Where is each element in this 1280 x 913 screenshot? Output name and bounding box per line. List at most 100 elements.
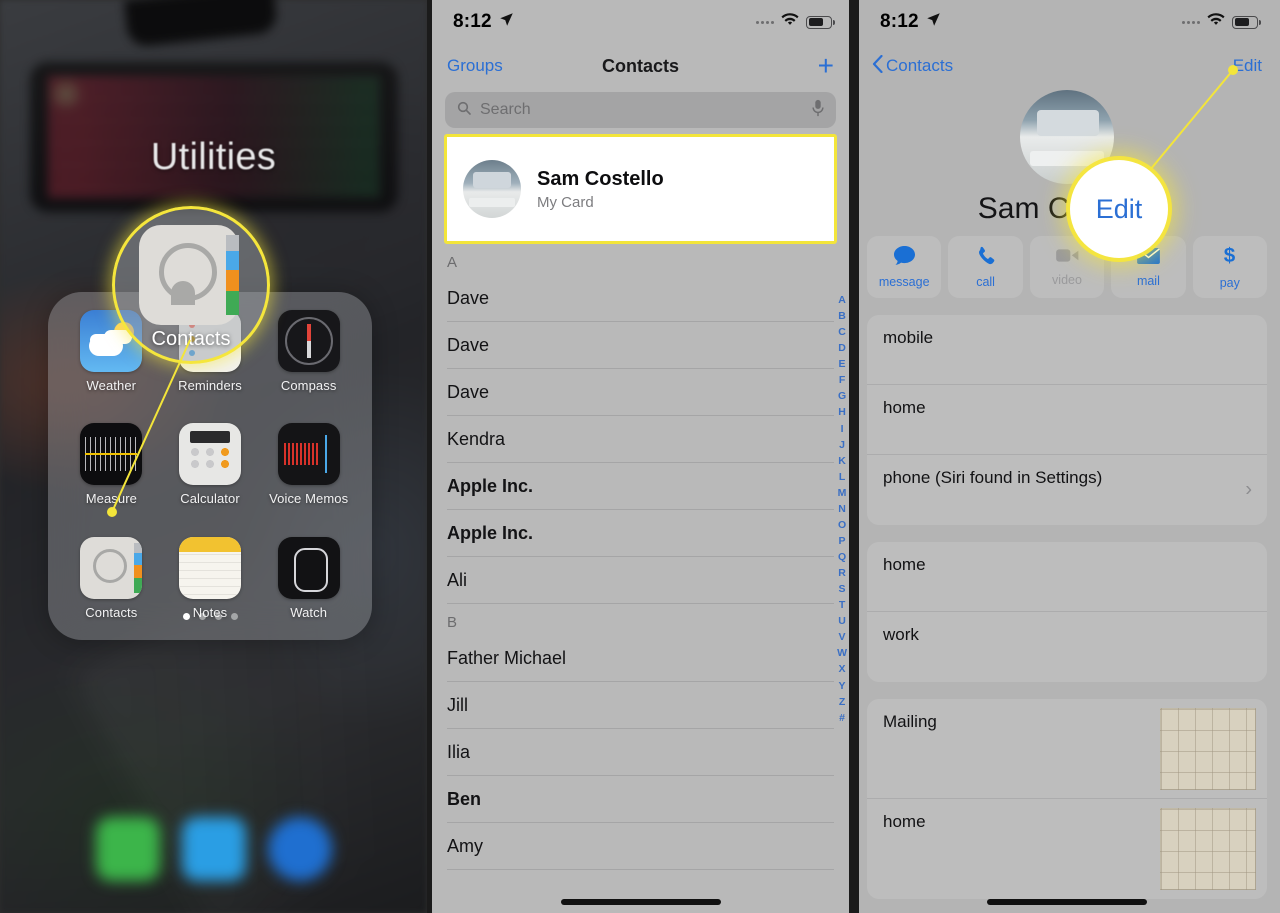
groups-button[interactable]: Groups <box>447 56 503 76</box>
avatar <box>463 160 521 218</box>
edit-button[interactable]: Edit <box>1233 56 1262 76</box>
add-contact-button[interactable]: + <box>818 52 834 80</box>
index-letter[interactable]: P <box>839 533 846 549</box>
index-letter[interactable]: O <box>838 517 846 533</box>
chevron-left-icon <box>872 54 883 78</box>
index-letter[interactable]: Y <box>839 678 846 694</box>
list-item[interactable]: Kendra <box>447 416 834 463</box>
index-letter[interactable]: M <box>838 485 847 501</box>
index-letter[interactable]: S <box>839 581 846 597</box>
alphabet-index-rail[interactable]: A B C D E F G H I J K L M N O P Q R S T U V W X Y Z # <box>837 292 847 726</box>
page-dot[interactable] <box>214 613 222 620</box>
search-input[interactable]: Search <box>445 92 836 128</box>
home-indicator[interactable] <box>987 899 1147 905</box>
map-thumbnail-icon[interactable] <box>1160 708 1256 790</box>
list-item[interactable]: Jill <box>447 682 834 729</box>
index-letter[interactable]: C <box>838 324 846 340</box>
index-letter[interactable]: U <box>838 613 846 629</box>
index-letter[interactable]: D <box>838 340 846 356</box>
field-row[interactable]: home <box>867 799 1267 899</box>
section-header: B <box>447 614 458 631</box>
list-item[interactable]: Ilia <box>447 729 834 776</box>
edit-callout-bubble[interactable]: Edit <box>1070 160 1168 258</box>
microphone-icon[interactable] <box>811 99 825 122</box>
app-contacts[interactable]: Contacts <box>63 536 159 640</box>
field-row[interactable]: phone (Siri found in Settings) › <box>867 455 1267 525</box>
page-dot[interactable] <box>198 613 206 620</box>
app-watch[interactable]: Watch <box>261 536 357 640</box>
field-row[interactable]: home <box>867 542 1267 612</box>
index-letter[interactable]: J <box>839 437 845 453</box>
contacts-icon-magnified <box>139 225 239 325</box>
app-notes[interactable]: Notes <box>162 536 258 640</box>
back-button[interactable]: Contacts <box>872 54 953 78</box>
panel-divider-left <box>427 0 432 913</box>
signal-dots-icon <box>1182 20 1200 24</box>
index-letter[interactable]: Z <box>839 694 845 710</box>
index-letter[interactable]: X <box>839 661 846 677</box>
index-letter[interactable]: L <box>839 469 845 485</box>
section-header: A <box>447 254 458 271</box>
list-item[interactable]: Dave <box>447 322 834 369</box>
list-item[interactable]: Apple Inc. <box>447 510 834 557</box>
folder-page-dots <box>48 613 372 620</box>
index-letter[interactable]: Q <box>838 549 846 565</box>
index-letter[interactable]: E <box>839 356 846 372</box>
status-time: 8:12 <box>453 11 492 32</box>
index-letter[interactable]: I <box>841 421 844 437</box>
index-letter[interactable]: G <box>838 388 846 404</box>
index-letter[interactable]: F <box>839 372 845 388</box>
message-button[interactable]: message <box>866 236 942 298</box>
index-letter[interactable]: A <box>838 292 846 308</box>
field-row[interactable]: home <box>867 385 1267 455</box>
safari-icon[interactable] <box>267 817 332 881</box>
list-item[interactable]: Apple Inc. <box>447 463 834 510</box>
home-screen-panel: Utilities Weather Reminders Compass Meas… <box>0 0 427 913</box>
page-dot[interactable] <box>230 613 238 620</box>
index-letter[interactable]: # <box>839 710 845 726</box>
app-label: Measure <box>85 491 137 507</box>
my-card-subtitle: My Card <box>537 194 594 211</box>
index-letter[interactable]: T <box>839 597 845 613</box>
battery-icon <box>806 15 835 29</box>
field-row[interactable]: mobile <box>867 315 1267 385</box>
notes-icon <box>178 536 241 599</box>
watch-icon <box>277 536 340 599</box>
field-label: home <box>883 555 926 574</box>
index-letter[interactable]: R <box>838 565 846 581</box>
app-compass[interactable]: Compass <box>261 310 357 413</box>
app-label: Weather <box>86 378 137 393</box>
list-item[interactable]: Dave <box>447 275 834 322</box>
field-row[interactable]: Mailing <box>867 699 1267 799</box>
index-letter[interactable]: N <box>838 501 846 517</box>
field-group-addresses: Mailing home <box>867 699 1267 899</box>
list-item[interactable]: Ali <box>447 557 834 604</box>
contact-name: Sam Costello <box>977 192 1157 225</box>
index-letter[interactable]: K <box>838 453 846 469</box>
page-dot[interactable] <box>182 613 190 620</box>
list-item[interactable]: Father Michael <box>447 635 834 682</box>
call-button[interactable]: call <box>948 236 1023 298</box>
status-bar: 8:12 <box>427 0 854 44</box>
list-item[interactable]: Amy <box>447 823 834 870</box>
messages-icon[interactable] <box>181 817 246 881</box>
index-letter[interactable]: H <box>838 404 846 420</box>
pay-button[interactable]: $ pay <box>1192 236 1268 298</box>
home-dock <box>0 803 427 895</box>
index-letter[interactable]: W <box>837 645 847 661</box>
index-letter[interactable]: B <box>838 308 846 324</box>
list-item[interactable]: Dave <box>447 369 834 416</box>
list-item[interactable]: Ben <box>447 776 834 823</box>
index-letter[interactable]: V <box>839 629 846 645</box>
map-thumbnail-icon[interactable] <box>1160 808 1256 890</box>
app-calculator[interactable]: Calculator <box>162 423 258 526</box>
home-indicator[interactable] <box>560 899 721 905</box>
my-card-row-highlighted[interactable]: Sam Costello My Card <box>444 134 837 244</box>
app-measure[interactable]: Measure <box>63 423 159 526</box>
field-row[interactable]: work <box>867 612 1267 682</box>
measure-icon <box>80 423 143 486</box>
wifi-icon <box>781 12 799 32</box>
field-label: home <box>883 398 926 417</box>
phone-icon[interactable] <box>95 817 160 881</box>
app-voice-memos[interactable]: Voice Memos <box>261 423 357 526</box>
